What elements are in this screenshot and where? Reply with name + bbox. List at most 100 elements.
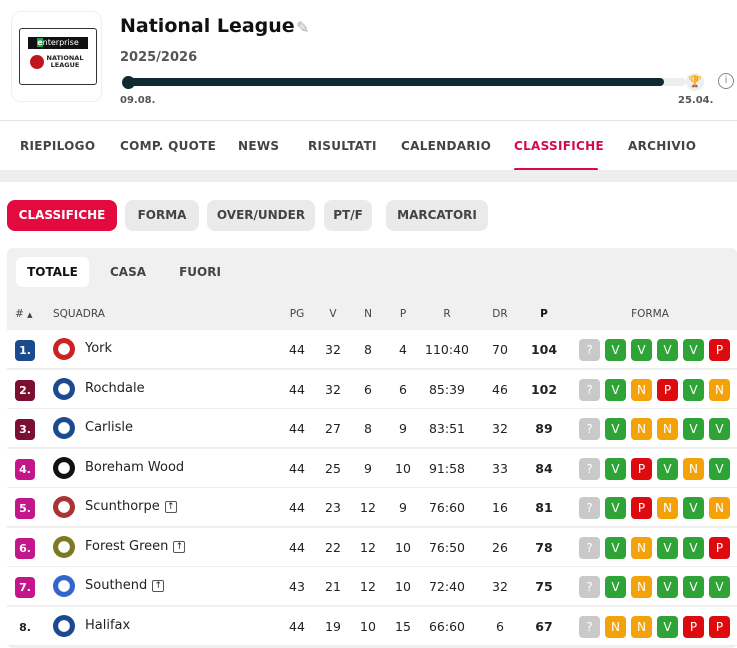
form-badge[interactable]: V [683, 418, 704, 440]
form-badge[interactable]: V [605, 536, 626, 559]
form-badge[interactable]: ? [579, 418, 600, 440]
form-badge[interactable]: V [683, 536, 704, 559]
column-pts[interactable]: P [519, 308, 569, 320]
table-row[interactable]: 8. Halifax 44 19 10 15 66:60 6 67? N N V P P [7, 606, 737, 646]
form-badge[interactable]: N [657, 497, 678, 519]
info-icon[interactable]: i [718, 73, 734, 89]
subtab-casa[interactable]: CASA [98, 257, 158, 287]
stat-pts: 104 [530, 342, 558, 357]
tab-archivio[interactable]: ARCHIVIO [628, 139, 696, 153]
form-badge[interactable]: V [683, 576, 704, 598]
form-badge[interactable]: V [657, 457, 678, 480]
stat-dr: 6 [496, 618, 504, 634]
column-p[interactable]: P [378, 308, 428, 320]
table-row[interactable]: 1. York 44 32 8 4 110:40 70 104? V V V V P [7, 330, 737, 369]
tab-risultati[interactable]: RISULTATI [308, 139, 377, 153]
form-badge[interactable]: N [709, 497, 730, 519]
column-dr[interactable]: DR [475, 308, 525, 320]
form-badge[interactable]: V [605, 418, 626, 440]
filter-marcatori[interactable]: MARCATORI [386, 200, 488, 231]
form-badge[interactable]: P [631, 497, 652, 519]
season-label[interactable]: 2025/2026 [120, 50, 197, 65]
table-row[interactable]: 5. Scunthorpe ↑ 44 23 12 9 76:60 16 81? V P N V N [7, 488, 737, 527]
filter-forma[interactable]: FORMA [125, 200, 199, 231]
stat-dr: 70 [492, 342, 508, 357]
column-team[interactable]: SQUADRA [53, 308, 105, 320]
form-badge[interactable]: V [605, 457, 626, 480]
form-badge[interactable]: V [605, 378, 626, 401]
form-badge[interactable]: V [605, 497, 626, 519]
stat-dr: 32 [492, 421, 508, 436]
form-badge[interactable]: ? [579, 497, 600, 519]
main-tabs: RIEPILOGO COMP. QUOTE NEWS RISULTATI CALENDA… [0, 120, 737, 171]
table-row[interactable]: 4. Boreham Wood 44 25 9 10 91:58 33 84? V P V N V [7, 448, 737, 488]
tab-classifiche[interactable]: CLASSIFICHE [514, 139, 604, 153]
team-name[interactable]: Forest Green ↑ [85, 539, 186, 554]
form-badge[interactable]: V [657, 576, 678, 598]
form-badge[interactable]: V [709, 418, 730, 440]
form-badge[interactable]: P [709, 339, 730, 361]
team-name[interactable]: Halifax [85, 618, 130, 633]
form-badge[interactable]: N [631, 378, 652, 401]
team-name[interactable]: Southend ↑ [85, 578, 165, 593]
tab-comp-quote[interactable]: COMP. QUOTE [120, 139, 216, 153]
subtab-fuori[interactable]: FUORI [166, 257, 234, 287]
filter-over-under[interactable]: OVER/UNDER [207, 200, 315, 231]
form-badge[interactable]: N [709, 378, 730, 401]
form-badge[interactable]: ? [579, 457, 600, 480]
form-badge[interactable]: ? [579, 576, 600, 598]
form-badge[interactable]: ? [579, 536, 600, 559]
table-row[interactable]: 3. Carlisle 44 27 8 9 83:51 32 89? V N N V V [7, 409, 737, 448]
filter-pt-f[interactable]: PT/F [324, 200, 372, 231]
form-badge[interactable]: P [683, 615, 704, 638]
team-name[interactable]: Scunthorpe ↑ [85, 499, 177, 514]
form-badge[interactable]: P [709, 536, 730, 559]
league-header: enterprise NATIONAL LEAGUE National League… [0, 0, 737, 120]
progress-start-dot [122, 76, 135, 89]
form-badge[interactable]: V [657, 536, 678, 559]
column-r[interactable]: R [422, 308, 472, 320]
team-name[interactable]: Carlisle [85, 420, 133, 435]
form-badge[interactable]: N [683, 457, 704, 480]
form-badge[interactable]: V [709, 457, 730, 480]
form-badge[interactable]: N [631, 615, 652, 638]
form-badge[interactable]: V [683, 339, 704, 361]
form-badge[interactable]: P [709, 615, 730, 638]
form-badge[interactable]: ? [579, 339, 600, 361]
team-name[interactable]: Boreham Wood [85, 460, 184, 475]
tab-news[interactable]: NEWS [238, 139, 279, 153]
form-badge[interactable]: N [605, 615, 626, 638]
form-badge[interactable]: V [683, 497, 704, 519]
form-badge[interactable]: V [631, 339, 652, 361]
form-badge[interactable]: N [631, 536, 652, 559]
form-badge[interactable]: V [605, 339, 626, 361]
team-crest [53, 456, 75, 479]
form-badge[interactable]: V [657, 339, 678, 361]
column-form: FORMA [631, 308, 669, 320]
form-badge[interactable]: V [605, 576, 626, 598]
stat-pts: 81 [535, 500, 553, 515]
season-progress [124, 78, 686, 86]
pin-icon[interactable]: ✎ [296, 18, 309, 37]
form-badge[interactable]: N [657, 418, 678, 440]
table-row[interactable]: 6. Forest Green ↑ 44 22 12 10 76:50 26 78? V N V V P [7, 527, 737, 567]
form-badge[interactable]: P [631, 457, 652, 480]
form-badge[interactable]: V [683, 378, 704, 401]
tab-calendario[interactable]: CALENDARIO [401, 139, 491, 153]
form-badge[interactable]: N [631, 576, 652, 598]
form-badge[interactable]: ? [579, 615, 600, 638]
subtab-totale[interactable]: TOTALE [16, 257, 89, 287]
table-row[interactable]: 7. Southend ↑ 43 21 12 10 72:40 32 75? V N V V V [7, 567, 737, 606]
tab-riepilogo[interactable]: RIEPILOGO [20, 139, 95, 153]
form-badge[interactable]: P [657, 378, 678, 401]
team-name[interactable]: York [85, 341, 112, 356]
form-badge[interactable]: ? [579, 378, 600, 401]
rank-badge: 2. [15, 379, 35, 401]
team-name[interactable]: Rochdale [85, 381, 145, 396]
column-rank[interactable]: # ▲ [15, 308, 33, 320]
form-badge[interactable]: V [657, 615, 678, 638]
table-row[interactable]: 2. Rochdale 44 32 6 6 85:39 46 102? V N P V N [7, 369, 737, 409]
filter-classifiche[interactable]: CLASSIFICHE [7, 200, 117, 231]
form-badge[interactable]: N [631, 418, 652, 440]
form-badge[interactable]: V [709, 576, 730, 598]
